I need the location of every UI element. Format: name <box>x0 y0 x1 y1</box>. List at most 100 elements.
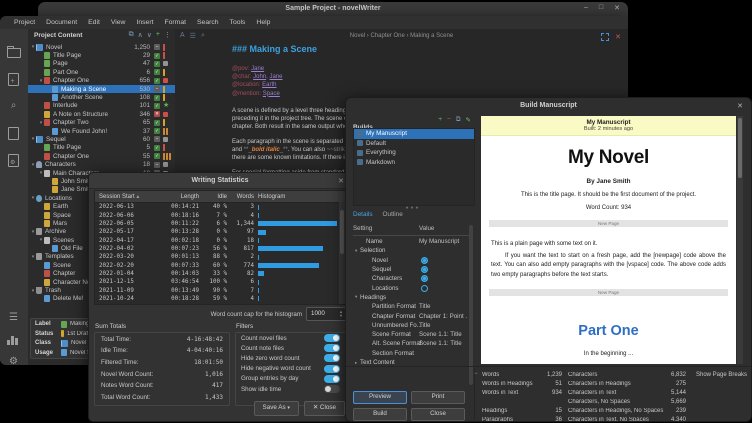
build-button[interactable]: Build <box>353 408 407 421</box>
move-down-icon[interactable]: ∨ <box>147 31 152 39</box>
setting-row[interactable]: NameMy Manuscript <box>353 237 469 246</box>
menu-help[interactable]: Help <box>256 19 270 26</box>
tree-item[interactable]: Page47✓ <box>28 60 175 68</box>
close-icon[interactable]: ✕ <box>614 4 620 12</box>
build-item[interactable]: Default <box>354 139 474 149</box>
setting-row[interactable]: Scene FormatScene 1.1: Title <box>353 330 469 339</box>
spin-down-icon[interactable]: ▼ <box>339 314 343 318</box>
session-row[interactable]: 2022-06-0600:18:167 %4 <box>95 211 345 219</box>
setting-row[interactable]: Partition FormatTitle <box>353 302 469 311</box>
add-item-icon[interactable]: + <box>156 31 160 39</box>
session-row[interactable]: 2021-10-2400:18:2859 %4 <box>95 295 345 303</box>
close-button[interactable]: Close <box>411 408 465 421</box>
menu-view[interactable]: View <box>111 19 126 26</box>
setting-row[interactable]: Novel <box>353 256 469 265</box>
settings-icon[interactable]: ⚙ <box>7 355 20 365</box>
build-item[interactable]: Markdown <box>354 158 474 168</box>
tree-item[interactable]: Another Scene108✓ <box>28 93 175 101</box>
setting-row[interactable]: Section Format <box>353 349 469 358</box>
session-row[interactable]: 2022-05-1700:13:280 %97 <box>95 228 345 236</box>
setting-row[interactable]: Unnumbered Fo...Title <box>353 321 469 330</box>
new-document-icon[interactable] <box>7 72 20 85</box>
focus-mode-icon[interactable] <box>601 33 609 41</box>
setting-row[interactable]: Alt. Scene FormatScene 1.1: Title <box>353 339 469 348</box>
filter-toggle[interactable] <box>324 375 340 383</box>
remove-build-icon[interactable]: − <box>447 116 451 124</box>
maximize-icon[interactable]: □ <box>599 4 603 12</box>
close-icon[interactable]: ✕ <box>737 102 743 110</box>
tree-item[interactable]: ▾Sequel60− <box>28 135 175 143</box>
settings-scrollbar[interactable] <box>469 225 473 385</box>
setting-row[interactable]: ▾Headings <box>353 293 469 302</box>
histogram-cap-spinner[interactable]: 1000 ▲ ▼ <box>306 307 346 321</box>
setting-row[interactable]: Characters <box>353 274 469 283</box>
expander-icon[interactable]: − <box>474 371 478 377</box>
document-settings-icon[interactable] <box>7 153 20 166</box>
project-tree-icon[interactable] <box>7 45 20 58</box>
session-row[interactable]: 2022-04-1700:02:180 %18 <box>95 236 345 244</box>
col-session-start[interactable]: Session Start <box>99 194 135 200</box>
minimize-icon[interactable]: – <box>584 4 588 12</box>
menu-format[interactable]: Format <box>164 19 186 26</box>
document-icon[interactable] <box>7 126 20 139</box>
menu-tools[interactable]: Tools <box>230 19 246 26</box>
menu-search[interactable]: Search <box>197 19 219 26</box>
manuscript-preview[interactable]: My Manuscript Built: 2 minutes ago My No… <box>481 116 736 364</box>
filter-toggle[interactable] <box>324 365 340 373</box>
writing-stats-icon[interactable] <box>7 333 20 346</box>
session-row[interactable]: 2022-06-0500:11:226 %1,344 <box>95 220 345 228</box>
session-row[interactable]: 2022-04-0200:07:2356 %817 <box>95 245 345 253</box>
close-button[interactable]: ✕ Close <box>304 401 345 416</box>
setting-row[interactable]: Sequel <box>353 265 469 274</box>
col-idle[interactable]: Idle <box>199 194 227 200</box>
session-row[interactable]: 2021-11-0900:13:4990 %7 <box>95 286 345 294</box>
outline-icon[interactable]: ☰ <box>7 311 20 324</box>
tree-item[interactable]: Chapter One55✓ <box>28 152 175 160</box>
menu-insert[interactable]: Insert <box>136 19 153 26</box>
add-build-icon[interactable]: + <box>438 116 442 124</box>
tree-item[interactable]: ▾Chapter One656✓ <box>28 77 175 85</box>
menu-edit[interactable]: Edit <box>88 19 100 26</box>
table-header[interactable]: Session Start ▴ Length Idle Words Histog… <box>95 191 345 203</box>
save-as-button[interactable]: Save As ▾ <box>254 401 299 416</box>
tree-item[interactable]: ▾Characters18− <box>28 160 175 168</box>
search-icon[interactable]: ⌕ <box>201 32 205 40</box>
col-words[interactable]: Words <box>227 194 254 200</box>
setting-row[interactable]: Chapter FormatChapter 1: Point ... <box>353 311 469 320</box>
selection-radio-icon[interactable] <box>421 266 428 273</box>
close-icon[interactable]: ✕ <box>338 177 344 185</box>
format-icon[interactable]: A <box>180 32 185 40</box>
session-row[interactable]: 2022-06-1300:14:2140 %3 <box>95 203 345 211</box>
filter-toggle[interactable] <box>324 385 340 393</box>
session-row[interactable]: 2022-03-2000:01:1388 %2 <box>95 253 345 261</box>
filter-toggle[interactable] <box>324 354 340 362</box>
tree-item[interactable]: A Note on Structure346✕ <box>28 110 175 118</box>
menu-document[interactable]: Document <box>46 19 77 26</box>
preview-scrollbar[interactable] <box>737 116 743 364</box>
tree-item[interactable]: Making a Scene530− <box>28 85 175 93</box>
tree-item[interactable]: ▾Chapter Two65✓ <box>28 119 175 127</box>
tree-item[interactable]: Part One6✓ <box>28 68 175 76</box>
col-length[interactable]: Length <box>151 194 199 200</box>
more-menu-icon[interactable]: ⋮ <box>164 31 171 39</box>
edit-build-icon[interactable]: ✎ <box>466 116 471 124</box>
tab-details[interactable]: Details <box>353 211 373 218</box>
session-row[interactable]: 2021-12-1503:46:54100 %6 <box>95 278 345 286</box>
menu-project[interactable]: Project <box>14 19 35 26</box>
search-icon[interactable]: ⌕ <box>7 99 20 112</box>
session-row[interactable]: 2022-02-2000:07:3360 %774 <box>95 261 345 269</box>
print-button[interactable]: Print <box>411 391 465 404</box>
close-document-icon[interactable]: ✕ <box>615 34 621 41</box>
setting-row[interactable]: ▾Selection <box>353 246 469 255</box>
build-item[interactable]: Everything <box>354 148 474 158</box>
dialog-titlebar[interactable]: Writing Statistics ✕ <box>89 173 351 189</box>
tree-item[interactable]: Title Page29✓ <box>28 51 175 59</box>
filter-toggle[interactable] <box>324 334 340 342</box>
tree-item[interactable]: ▾Novel1,250− <box>28 43 175 51</box>
duplicate-build-icon[interactable]: ⧉ <box>456 116 461 124</box>
tab-outline[interactable]: Outline <box>383 211 403 218</box>
focus-list-icon[interactable]: ☰ <box>190 32 196 40</box>
duplicate-icon[interactable]: ⧉ <box>129 31 134 39</box>
setting-row[interactable]: Locations <box>353 283 469 292</box>
selection-radio-icon[interactable] <box>421 257 428 264</box>
